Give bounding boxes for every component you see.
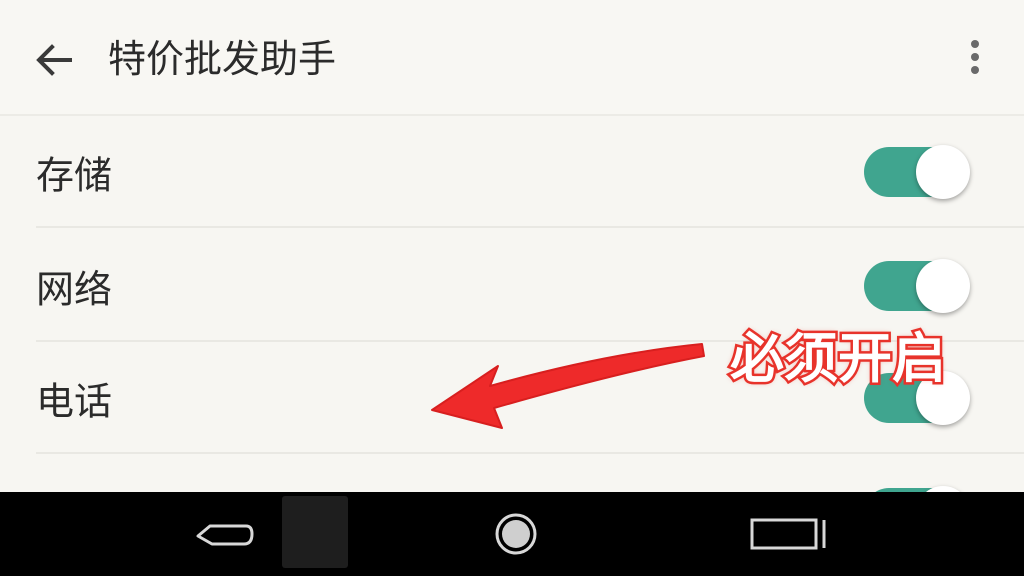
nav-back-button[interactable] — [186, 506, 266, 562]
more-vertical-icon — [971, 40, 979, 74]
arrow-left-icon — [36, 44, 72, 76]
navigation-bar — [0, 492, 1024, 576]
nav-home-button[interactable] — [476, 506, 556, 562]
permission-row-storage[interactable]: 存储 — [0, 116, 1024, 228]
permission-label: 网络 — [36, 267, 113, 312]
toggle-thumb — [916, 259, 970, 313]
divider — [36, 452, 1024, 454]
permission-toggle-network[interactable] — [864, 259, 972, 313]
permission-toggle-storage[interactable] — [864, 145, 972, 199]
permission-label: 存储 — [36, 153, 113, 198]
more-options-button[interactable] — [956, 38, 994, 78]
nav-recent-apps-button[interactable] — [748, 506, 828, 562]
screen: 特价批发助手 存储 网络 电话 必须开启 — [0, 0, 1024, 576]
permission-label: 电话 — [36, 379, 113, 424]
toggle-thumb — [916, 145, 970, 199]
annotation-label: 必须开启 — [728, 325, 949, 393]
video-overlay-thumbnail — [282, 496, 348, 568]
red-arrow-annotation-icon — [431, 343, 705, 429]
page-title: 特价批发助手 — [108, 37, 337, 81]
nav-recent-icon — [750, 518, 826, 550]
app-bar: 特价批发助手 — [0, 0, 1024, 116]
back-button[interactable] — [30, 36, 78, 84]
nav-back-icon — [196, 524, 254, 546]
nav-home-icon — [495, 513, 537, 555]
divider — [36, 226, 1024, 228]
